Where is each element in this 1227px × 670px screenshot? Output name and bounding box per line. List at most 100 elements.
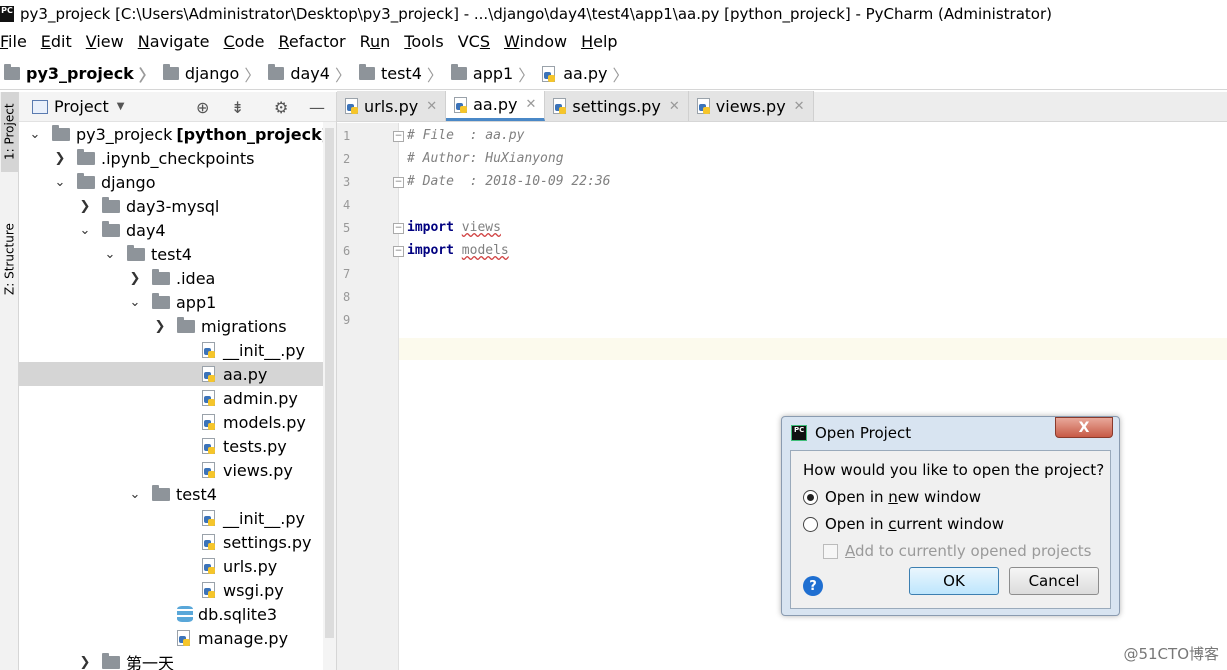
database-icon (177, 606, 193, 622)
hide-panel-icon[interactable]: — (309, 98, 325, 117)
close-icon[interactable]: ✕ (525, 97, 536, 112)
chevron-down-icon[interactable]: ⌄ (27, 127, 43, 142)
tree-item[interactable]: __init__.py (19, 338, 336, 362)
tree-item[interactable]: wsgi.py (19, 578, 336, 602)
chevron-down-icon[interactable]: ▼ (117, 101, 125, 112)
project-tool-tab[interactable]: 1: Project (1, 92, 18, 172)
chevron-right-icon[interactable]: ❯ (127, 271, 143, 286)
close-icon[interactable]: ✕ (794, 99, 805, 114)
line-number: 2 (343, 152, 351, 166)
breadcrumb-item-1[interactable]: django 〉 (162, 62, 261, 86)
close-icon[interactable]: ✕ (669, 99, 680, 114)
module-views: views (461, 220, 501, 235)
tree-item[interactable]: __init__.py (19, 506, 336, 530)
tree-item[interactable]: ⌄ test4 (19, 242, 336, 266)
python-file-icon (202, 510, 218, 526)
menu-item-0[interactable]: File (0, 32, 27, 51)
breadcrumb-item-4[interactable]: app1 〉 (450, 62, 534, 86)
chevron-right-icon[interactable]: ❯ (152, 319, 168, 334)
code-line-2[interactable]: # Author: HuXianyong (407, 151, 564, 166)
tree-item[interactable]: ❯ day3-mysql (19, 194, 336, 218)
collapse-all-icon[interactable]: ⇟ (231, 98, 244, 117)
tree-item[interactable]: ❯ migrations (19, 314, 336, 338)
tree-item[interactable]: urls.py (19, 554, 336, 578)
tree-item[interactable]: settings.py (19, 530, 336, 554)
editor-tab-2[interactable]: settings.py ✕ (545, 91, 689, 121)
dialog-close-button[interactable]: X (1055, 417, 1113, 438)
menu-item-9[interactable]: Window (504, 32, 567, 51)
chevron-right-icon: 〉 (244, 65, 261, 85)
close-icon[interactable]: ✕ (426, 99, 437, 114)
chevron-down-icon[interactable]: ⌄ (127, 295, 143, 310)
editor-tab-1[interactable]: aa.py ✕ (446, 91, 546, 121)
chevron-down-icon[interactable]: ⌄ (52, 175, 68, 190)
menu-item-4[interactable]: Code (224, 32, 265, 51)
tree-item[interactable]: ⌄ app1 (19, 290, 336, 314)
folder-icon (102, 196, 120, 213)
tree-item[interactable]: db.sqlite3 (19, 602, 336, 626)
help-icon[interactable]: ? (803, 576, 823, 596)
tree-item-label: day4 (126, 220, 166, 240)
python-file-icon (202, 558, 218, 574)
tree-item[interactable]: views.py (19, 458, 336, 482)
project-scrollbar[interactable] (323, 122, 336, 670)
keyword-import: import (407, 220, 454, 235)
tree-item[interactable]: ❯ .idea (19, 266, 336, 290)
breadcrumb-item-2[interactable]: day4 〉 (268, 62, 351, 86)
editor-tab-0[interactable]: urls.py ✕ (337, 91, 447, 121)
tree-root[interactable]: ⌄py3_projeck[python_projeck]C:\Us (19, 122, 336, 146)
menu-item-7[interactable]: Tools (404, 32, 443, 51)
ok-button[interactable]: OK (909, 567, 999, 595)
chevron-right-icon[interactable]: ❯ (77, 199, 93, 214)
code-line-3[interactable]: # Date : 2018-10-09 22:36 (407, 174, 611, 189)
breadcrumb-item-3[interactable]: test4 〉 (358, 62, 443, 86)
menu-item-6[interactable]: Run (360, 32, 391, 51)
project-tool-tab-label: 1: Project (2, 103, 17, 161)
tree-item-label: tests.py (223, 436, 287, 456)
tree-item-label: wsgi.py (223, 580, 284, 600)
breadcrumb-label: app1 (472, 64, 514, 83)
breadcrumb-item-5[interactable]: aa.py 〉 (542, 62, 629, 86)
chevron-down-icon[interactable]: ⌄ (127, 487, 143, 502)
tree-item[interactable]: ⌄ day4 (19, 218, 336, 242)
editor-tab-3[interactable]: views.py ✕ (688, 91, 814, 121)
project-view-title[interactable]: Project (54, 97, 109, 116)
tree-item-label: migrations (201, 316, 287, 336)
code-line-1[interactable]: # File : aa.py (407, 128, 524, 143)
dialog-title-bar[interactable]: PC Open Project X (782, 417, 1119, 449)
tree-item[interactable]: models.py (19, 410, 336, 434)
gear-icon[interactable]: ⚙ (274, 98, 288, 117)
tree-item[interactable]: ⌄ django (19, 170, 336, 194)
chevron-down-icon[interactable]: ⌄ (102, 247, 118, 262)
tree-item[interactable]: aa.py (19, 362, 336, 386)
radio-new-window[interactable] (803, 489, 818, 505)
chevron-right-icon[interactable]: ❯ (77, 655, 93, 670)
code-line-5[interactable]: import views (407, 220, 501, 235)
breadcrumb-item-0[interactable]: py3_projeck 〉 (4, 62, 155, 86)
menu-item-2[interactable]: View (86, 32, 124, 51)
code-line-6[interactable]: import models (407, 243, 509, 258)
structure-tool-tab[interactable]: Z: Structure (1, 214, 18, 304)
tree-item[interactable]: tests.py (19, 434, 336, 458)
folder-icon (152, 268, 170, 285)
open-in-new-window-option[interactable]: Open in new window (803, 488, 981, 506)
scrollbar-thumb[interactable] (325, 128, 334, 638)
menu-item-5[interactable]: Refactor (278, 32, 345, 51)
locate-file-icon[interactable]: ⊕ (196, 98, 209, 117)
line-number: 9 (343, 313, 351, 327)
cancel-button[interactable]: Cancel (1009, 567, 1099, 595)
folder-icon (77, 148, 95, 165)
tree-item[interactable]: admin.py (19, 386, 336, 410)
chevron-down-icon[interactable]: ⌄ (77, 223, 93, 238)
menu-item-3[interactable]: Navigate (138, 32, 210, 51)
radio-current-window[interactable] (803, 516, 818, 532)
tree-item[interactable]: ❯ 第一天 (19, 650, 336, 670)
chevron-right-icon[interactable]: ❯ (52, 151, 68, 166)
open-in-current-window-option[interactable]: Open in current window (803, 515, 1004, 533)
menu-item-1[interactable]: Edit (41, 32, 72, 51)
menu-item-8[interactable]: VCS (458, 32, 490, 51)
tree-item[interactable]: ⌄ test4 (19, 482, 336, 506)
menu-item-10[interactable]: Help (581, 32, 617, 51)
tree-item[interactable]: ❯ .ipynb_checkpoints (19, 146, 336, 170)
tree-item[interactable]: manage.py (19, 626, 336, 650)
